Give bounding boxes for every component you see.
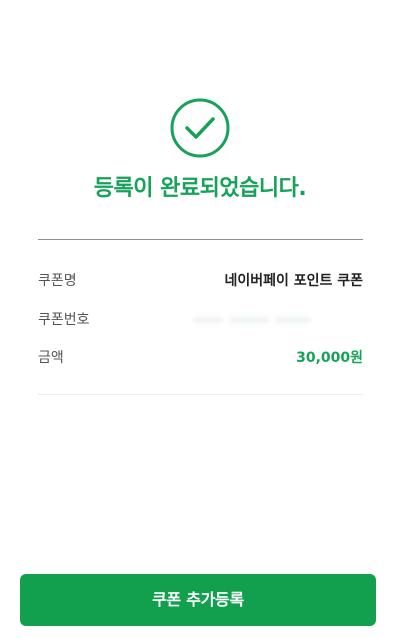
divider xyxy=(38,239,363,240)
coupon-number-masked-value xyxy=(193,315,323,325)
coupon-name-label: 쿠폰명 xyxy=(38,273,77,289)
amount-label: 금액 xyxy=(38,350,64,366)
divider xyxy=(38,394,363,395)
add-coupon-button[interactable]: 쿠폰 추가등록 xyxy=(20,574,376,626)
completion-title: 등록이 완료되었습니다. xyxy=(93,176,307,201)
coupon-number-row: 쿠폰번호 xyxy=(38,309,363,331)
coupon-name-row: 쿠폰명 네이버페이 포인트 쿠폰 xyxy=(38,270,363,292)
coupon-number-label: 쿠폰번호 xyxy=(38,312,90,328)
check-circle-icon xyxy=(170,98,230,158)
amount-row: 금액 30,000원 xyxy=(38,347,363,369)
coupon-name-value: 네이버페이 포인트 쿠폰 xyxy=(224,273,363,289)
amount-value: 30,000원 xyxy=(296,350,363,366)
